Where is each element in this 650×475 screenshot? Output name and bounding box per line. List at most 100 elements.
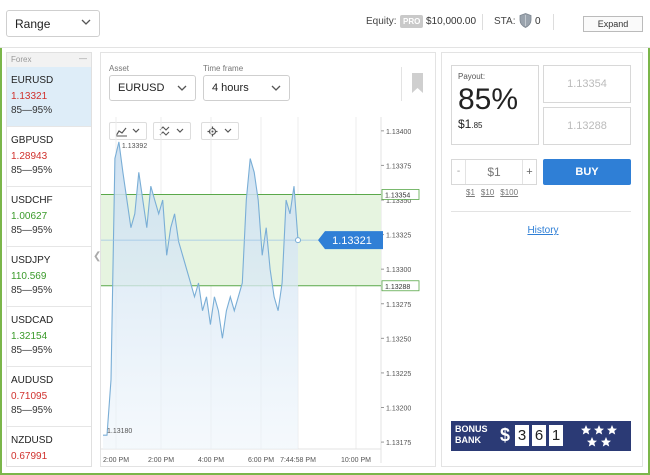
equity-label: Equity: [366,16,397,27]
stars-icon [581,425,617,447]
upper-quote-box[interactable]: 1.13354 [543,65,631,103]
buy-button[interactable]: BUY [543,159,631,185]
y-tick-label: 1.13400 [386,129,411,136]
asset-payout-range: 85—95% [11,225,53,236]
quick-amount-1[interactable]: $1 [466,188,475,197]
chevron-down-icon [81,19,91,25]
bonus-digit: 6 [532,425,546,446]
asset-select-value: EURUSD [118,82,165,94]
x-tick-label: 2:00 PM [148,457,174,464]
timeframe-select-value: 4 hours [212,82,249,94]
equity-value: $10,000.00 [426,16,477,27]
y-tick-label: 1.13175 [386,440,411,447]
bonus-label-line2: BANK [455,435,481,445]
low-label: 1.13180 [107,428,132,435]
bonus-bank-banner[interactable]: BONUS BANK $ 3 6 1 [451,421,631,451]
timeframe-field-label: Time frame [203,64,244,73]
sta-value: 0 [535,16,541,27]
payout-percent: 85% [458,83,519,116]
range-lower-label: 1.13288 [385,284,410,291]
x-tick-label: 7:44:58 PM [280,457,316,464]
payout-amount: $1.85 [458,117,532,131]
divider [401,67,402,101]
x-tick-label: 10:00 PM [341,457,371,464]
amount-input[interactable]: $1 [466,160,522,184]
payout-label: Payout: [458,72,486,81]
quick-amount-100[interactable]: $100 [500,188,518,197]
asset-symbol: GBPUSD [11,135,54,146]
chevron-down-icon [177,85,187,91]
shield-icon [519,13,532,28]
mode-select-value: Range [15,17,51,31]
y-tick-label: 1.13225 [386,371,411,378]
asset-payout-range: 85—95% [11,105,53,116]
payout-amount-dollars: $1 [458,117,472,131]
payout-box: Payout: 85% $1.85 [451,65,539,145]
x-tick-label: 6:00 PM [248,457,274,464]
lower-quote-box[interactable]: 1.13288 [543,107,631,145]
asset-item-usdjpy[interactable]: USDJPY 110.569 85—95% [7,247,91,307]
asset-price: 1.28943 [11,151,48,162]
y-tick-label: 1.13250 [386,336,411,343]
asset-item-nzdusd[interactable]: NZDUSD 0.67991 [7,427,91,466]
bonus-label-line1: BONUS [455,424,488,434]
bookmark-icon[interactable] [412,73,423,93]
bonus-digit: 1 [549,425,563,446]
amount-decrease-button[interactable]: - [452,160,466,184]
expand-button[interactable]: Expand [583,16,643,32]
asset-payout-range: 85—95% [11,405,53,416]
range-upper-label: 1.13354 [385,192,410,199]
quick-amount-10[interactable]: $10 [481,188,494,197]
asset-symbol: USDCAD [11,315,54,326]
amount-increase-button[interactable]: + [522,160,536,184]
divider [482,14,483,30]
current-price-label: 1.13321 [332,235,372,247]
asset-symbol: USDCHF [11,195,53,206]
y-tick-label: 1.13300 [386,267,411,274]
asset-item-gbpusd[interactable]: GBPUSD 1.28943 85—95% [7,127,91,187]
divider [451,211,631,212]
history-link[interactable]: History [442,225,644,236]
x-tick-label: 4:00 PM [198,457,224,464]
asset-symbol: USDJPY [11,255,51,266]
asset-item-usdchf[interactable]: USDCHF 1.00627 85—95% [7,187,91,247]
sta-label: STA: [494,16,516,27]
current-price-dot [295,237,301,244]
asset-symbol: NZDUSD [11,435,53,446]
asset-category-label: Forex [11,55,32,64]
x-tick-label: 2:00 PM [103,457,129,464]
asset-payout-range: 85—95% [11,285,53,296]
amount-stepper: - $1 + [451,159,537,185]
timeframe-select[interactable]: 4 hours [203,75,290,101]
bonus-bank-label: BONUS BANK [455,424,488,446]
asset-price: 1.32154 [11,331,48,342]
asset-item-audusd[interactable]: AUDUSD 0.71095 85—95% [7,367,91,427]
divider [553,14,554,30]
asset-item-eurusd[interactable]: EURUSD 1.13321 85—95% [7,67,91,127]
asset-symbol: AUDUSD [11,375,54,386]
mode-select[interactable]: Range [6,10,100,37]
asset-payout-range: 85—95% [11,165,53,176]
asset-price: 0.71095 [11,391,48,402]
asset-select[interactable]: EURUSD [109,75,196,101]
quick-amounts: $1 $10 $100 [466,188,524,197]
y-tick-label: 1.13325 [386,233,411,240]
chart-panel: Asset EURUSD Time frame 4 hours 2:00 PM 2… [100,52,436,467]
top-bar: Range Equity: PRO $10,000.00 STA: 0 Expa… [0,0,650,48]
bonus-currency: $ [500,425,511,445]
asset-price: 0.67991 [11,451,48,462]
asset-price: 1.00627 [11,211,48,222]
collapse-category-control[interactable]: — [79,54,87,63]
asset-price: 1.13321 [11,91,48,102]
asset-item-usdcad[interactable]: USDCAD 1.32154 85—95% [7,307,91,367]
price-chart[interactable]: 2:00 PM 2:00 PM 4:00 PM 6:00 PM 7:44:58 PM 10… [101,117,437,467]
bonus-digit: 3 [515,425,529,446]
asset-field-label: Asset [109,64,130,73]
asset-price: 110.569 [11,271,47,282]
asset-payout-range: 85—95% [11,345,53,356]
pro-badge: PRO [400,15,424,28]
payout-amount-cents: .85 [471,121,483,130]
asset-list: Forex — EURUSD 1.13321 85—95% GBPUSD 1.2… [6,52,92,467]
asset-symbol: EURUSD [11,75,54,86]
y-tick-label: 1.13200 [386,406,411,413]
